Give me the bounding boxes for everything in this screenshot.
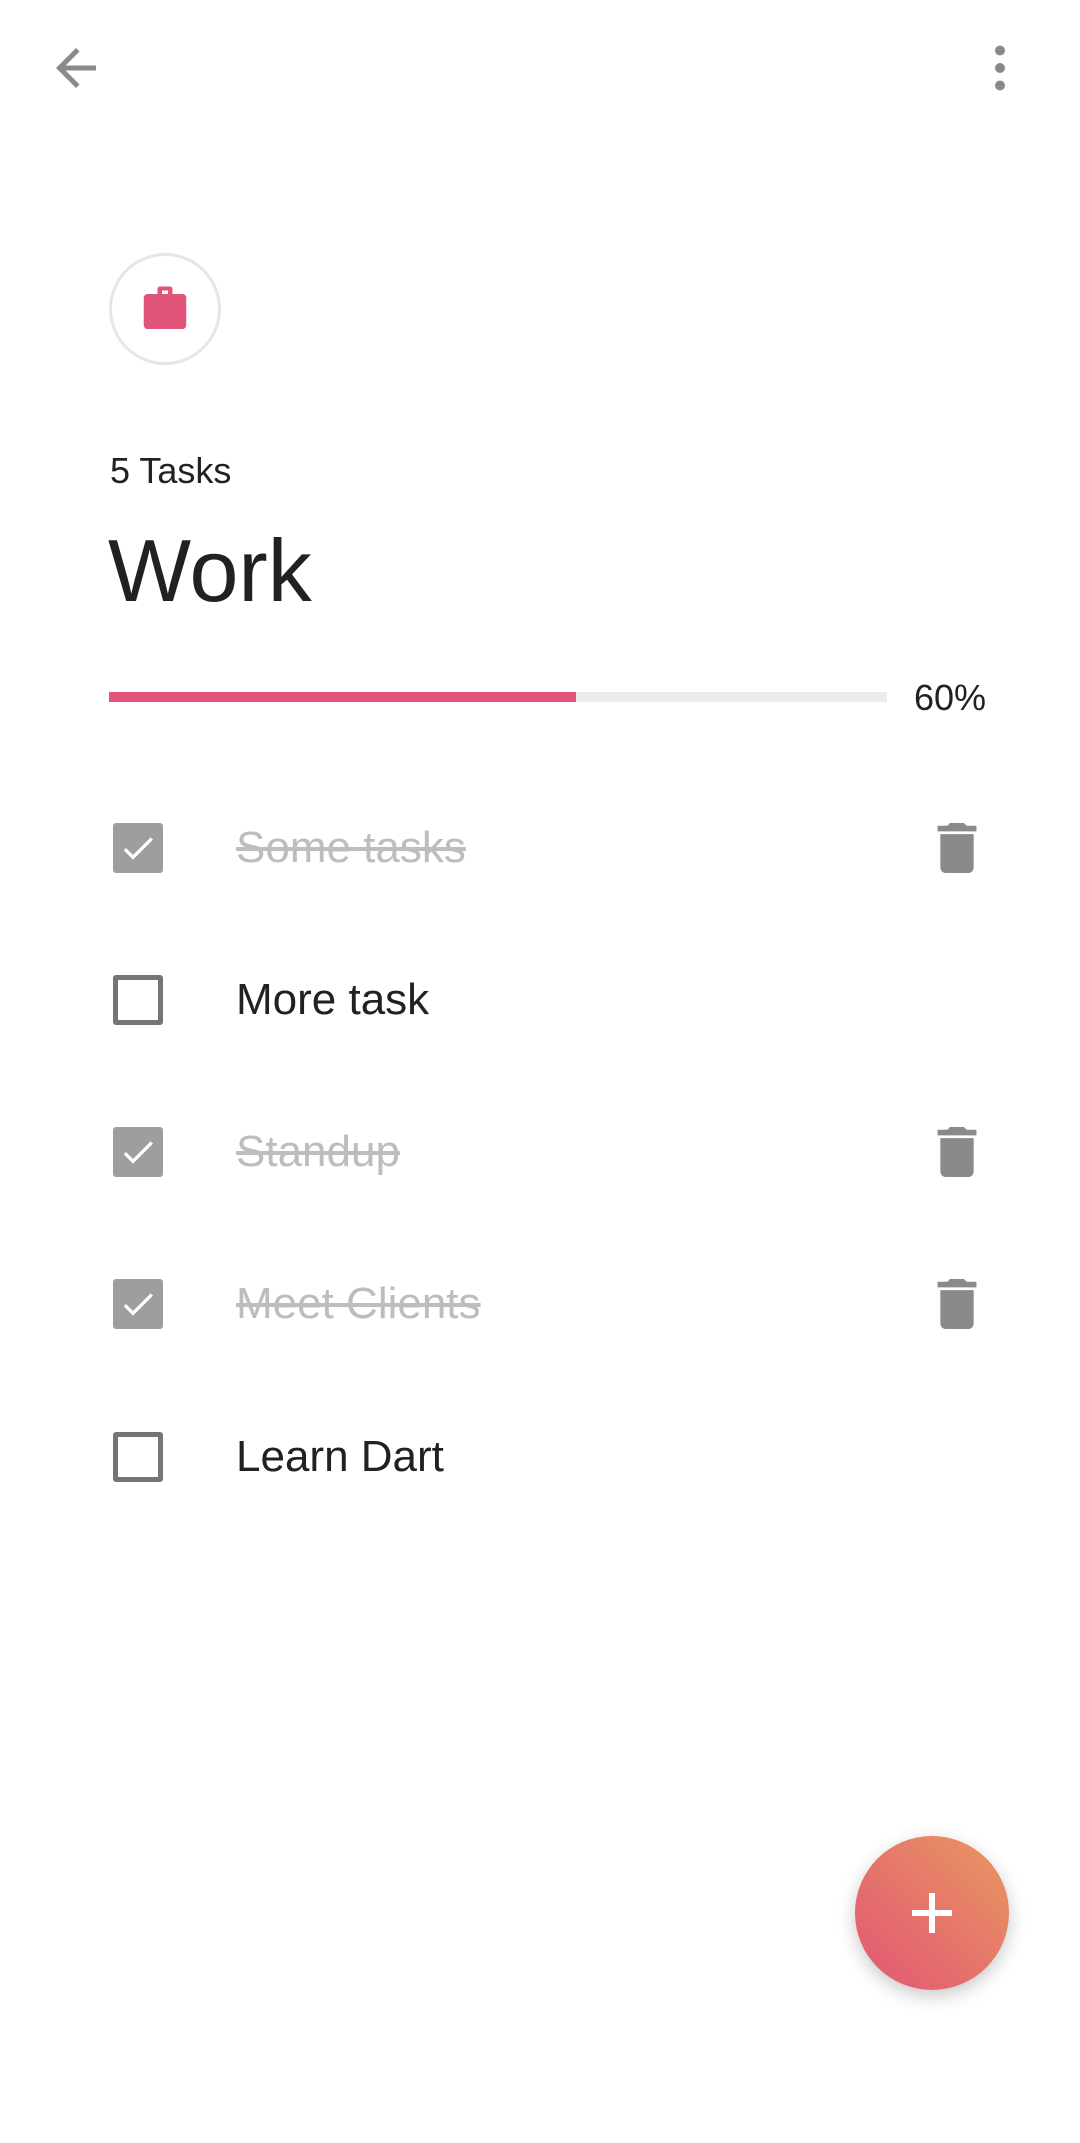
delete-task-button[interactable] bbox=[937, 823, 977, 873]
arrow-left-icon bbox=[56, 48, 96, 88]
check-icon bbox=[123, 1293, 153, 1316]
task-row[interactable]: More task bbox=[0, 950, 1080, 1050]
plus-icon bbox=[912, 1893, 952, 1933]
task-row[interactable]: Some tasks bbox=[0, 798, 1080, 898]
more-options-button[interactable] bbox=[970, 38, 1030, 98]
briefcase-icon bbox=[143, 286, 187, 329]
trash-icon bbox=[937, 823, 977, 873]
task-label: More task bbox=[236, 975, 430, 1024]
checkbox-checked[interactable] bbox=[113, 1127, 163, 1177]
task-label: Standup bbox=[236, 1127, 400, 1176]
task-row[interactable]: Learn Dart bbox=[0, 1407, 1080, 1507]
task-label: Learn Dart bbox=[236, 1432, 444, 1481]
checkbox-checked[interactable] bbox=[113, 1279, 163, 1329]
category-title: Work bbox=[108, 521, 312, 620]
delete-task-button[interactable] bbox=[937, 1279, 977, 1329]
check-icon bbox=[123, 837, 153, 860]
progress-bar-fill bbox=[109, 692, 576, 702]
progress-percent: 60% bbox=[914, 677, 987, 718]
task-row[interactable]: Meet Clients bbox=[0, 1254, 1080, 1354]
task-row[interactable]: Standup bbox=[0, 1102, 1080, 1202]
trash-icon bbox=[937, 1127, 977, 1177]
task-label: Some tasks bbox=[236, 823, 466, 872]
category-icon-circle bbox=[109, 253, 221, 365]
back-button[interactable] bbox=[46, 38, 106, 98]
progress-bar bbox=[109, 692, 887, 702]
add-task-button[interactable] bbox=[855, 1836, 1009, 1990]
task-count: 5 Tasks bbox=[110, 450, 232, 491]
checkbox-checked[interactable] bbox=[113, 823, 163, 873]
more-vert-icon bbox=[995, 45, 1005, 91]
check-icon bbox=[123, 1141, 153, 1164]
checkbox-unchecked[interactable] bbox=[113, 975, 163, 1025]
delete-task-button[interactable] bbox=[937, 1127, 977, 1177]
trash-icon bbox=[937, 1279, 977, 1329]
task-label: Meet Clients bbox=[236, 1279, 481, 1328]
checkbox-unchecked[interactable] bbox=[113, 1432, 163, 1482]
